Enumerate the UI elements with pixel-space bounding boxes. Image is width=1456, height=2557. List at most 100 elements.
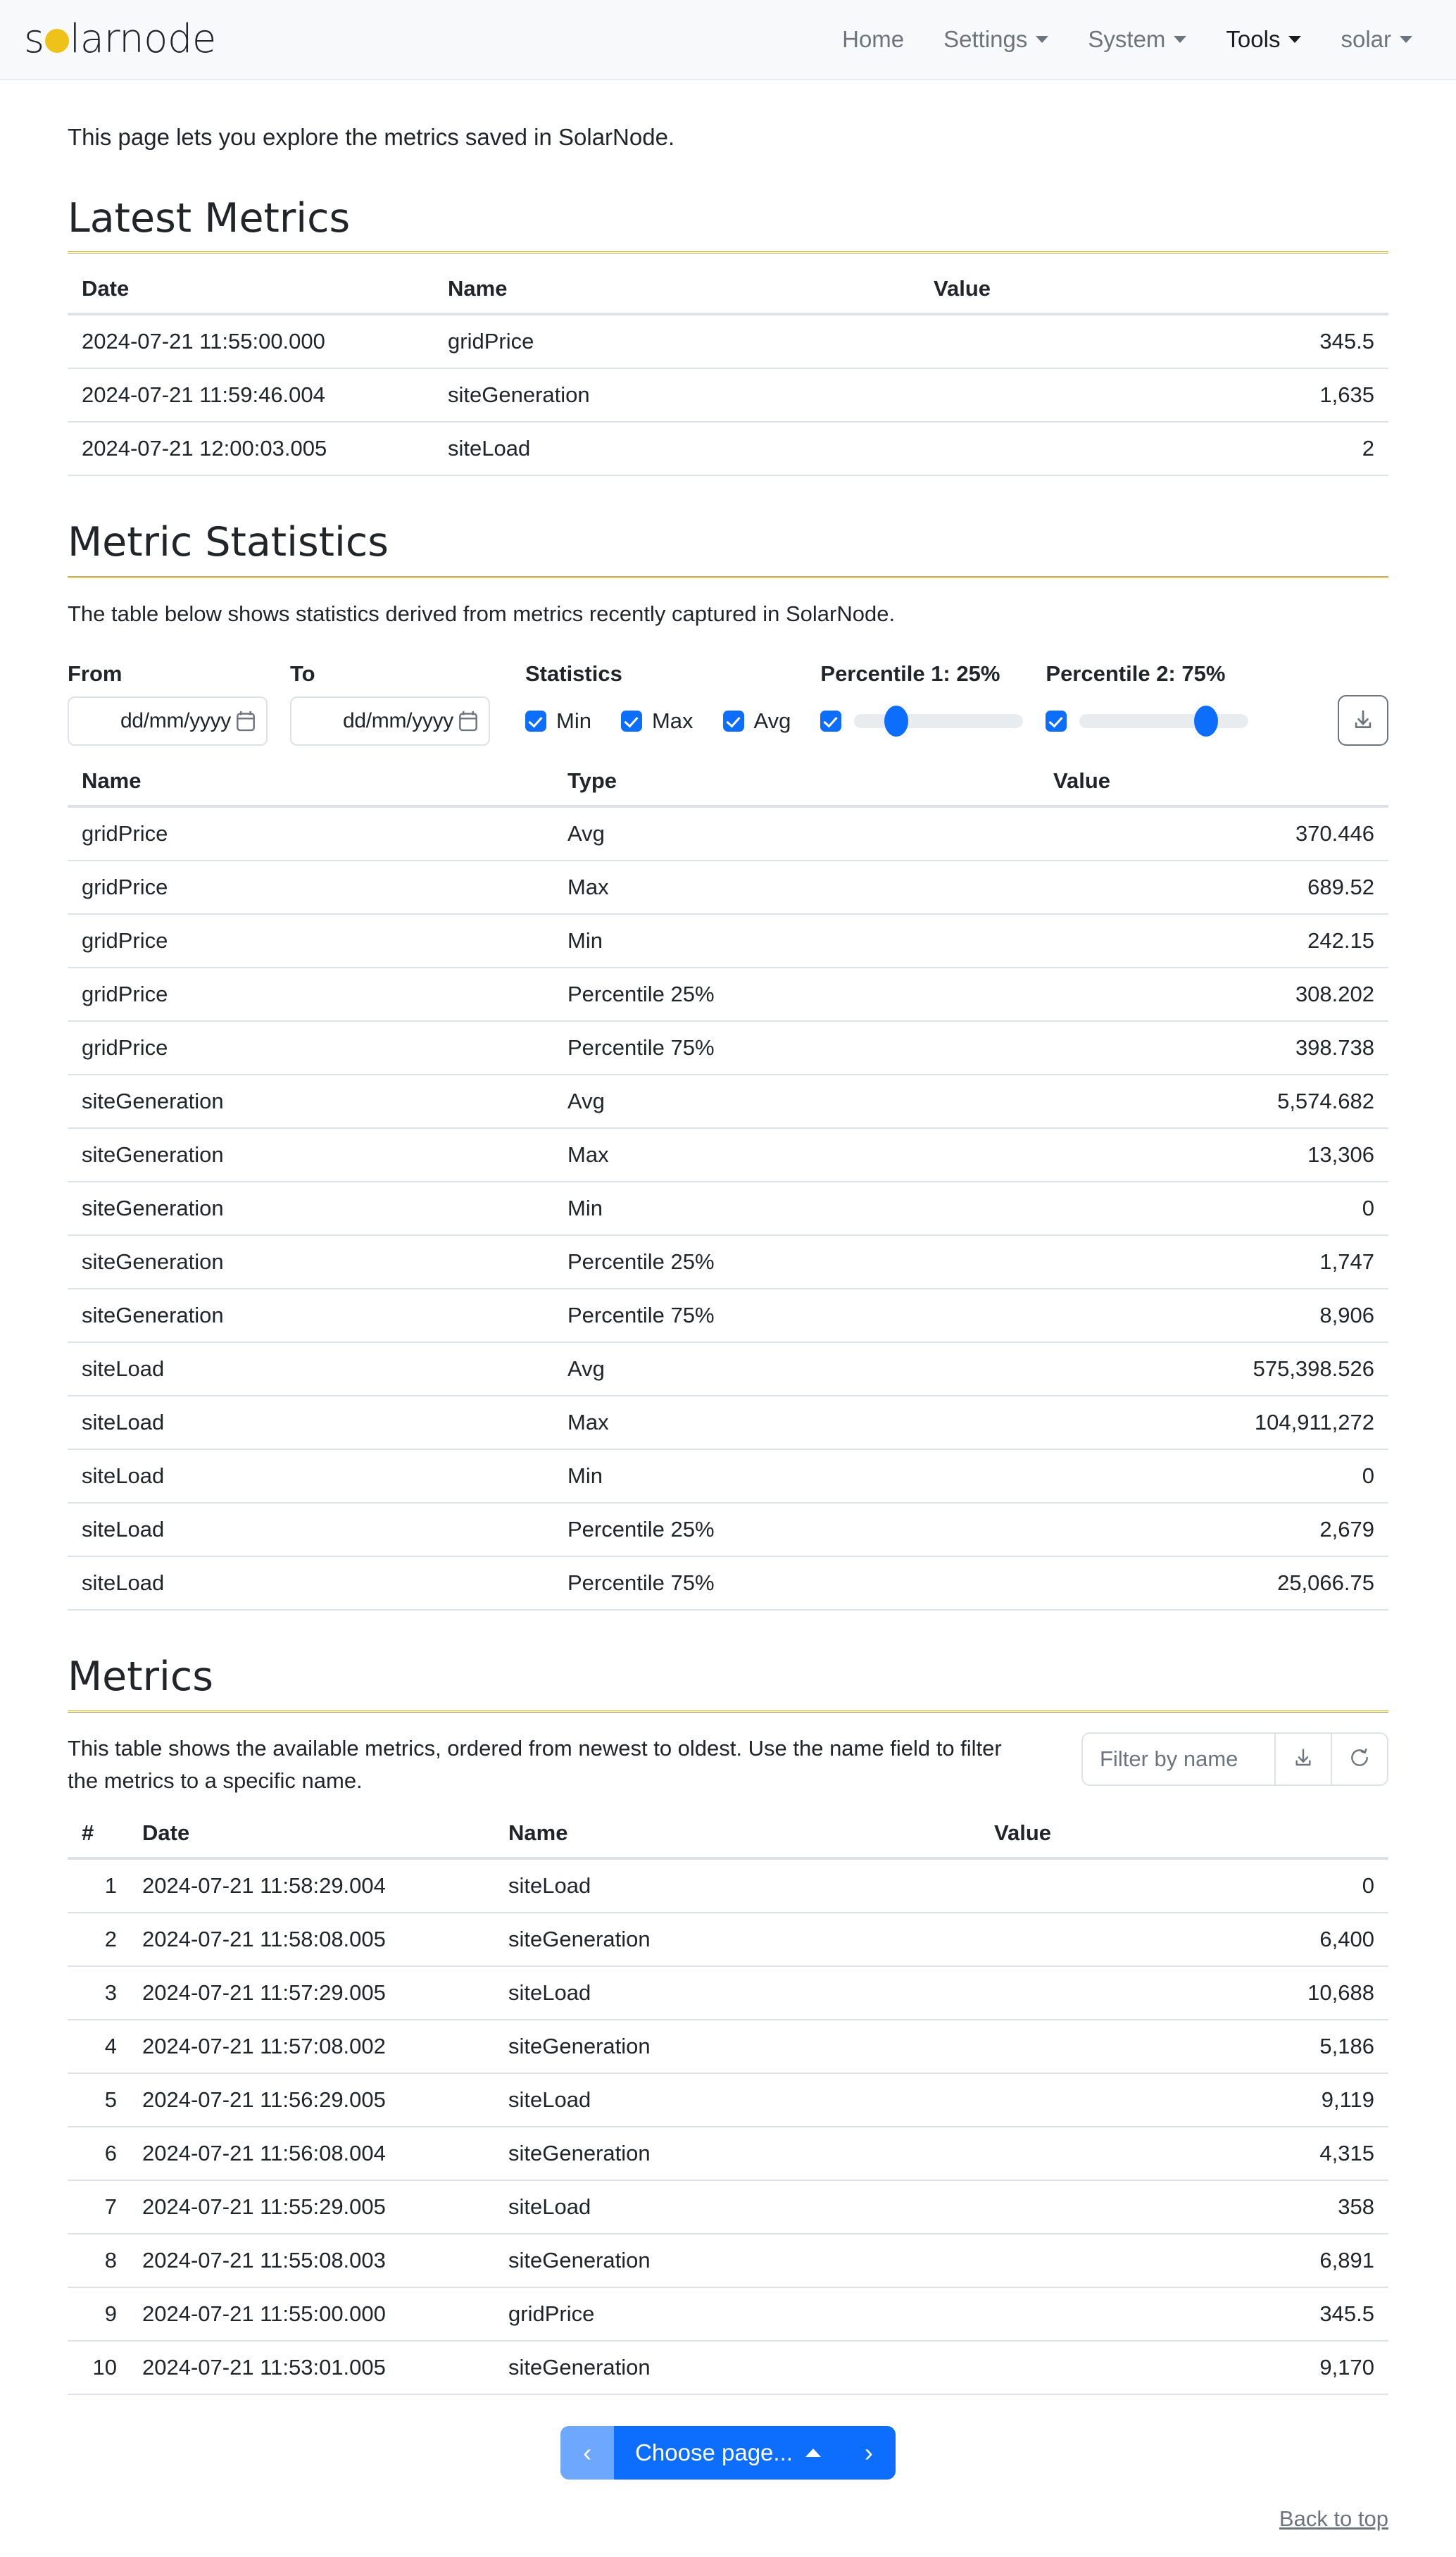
cell-date: 2024-07-21 11:56:08.004 [128, 2126, 494, 2181]
nav-item-home[interactable]: Home [822, 20, 924, 58]
cell-name: siteGeneration [68, 1235, 553, 1290]
table-row: siteGeneration Percentile 25% 1,747 [68, 1235, 1388, 1290]
cell-date: 2024-07-21 11:57:29.005 [128, 1965, 494, 2020]
percentile-2-checkbox[interactable] [1046, 711, 1067, 732]
cell-date: 2024-07-21 11:56:29.005 [128, 2073, 494, 2127]
checkbox-max[interactable]: Max [620, 708, 694, 734]
metric-statistics-table: Name Type Value gridPrice Avg 370.446 gridP… [68, 758, 1388, 1611]
cell-name: gridPrice [68, 806, 553, 862]
from-date-group: From dd/mm/yyyy [68, 661, 268, 746]
back-to-top-link[interactable]: Back to top [1279, 2506, 1388, 2532]
metrics-header-row: This table shows the available metrics, … [68, 1732, 1388, 1798]
metric-statistics-tbody: gridPrice Avg 370.446 gridPrice Max 689.52 gri… [68, 806, 1388, 1611]
checkbox-icon[interactable] [525, 711, 546, 732]
checkbox-label: Max [651, 708, 694, 734]
table-row: 7 2024-07-21 11:55:29.005 siteLoad 358 [68, 2180, 1388, 2234]
cell-name: siteLoad [494, 1858, 980, 1913]
checkbox-avg[interactable]: Avg [722, 708, 791, 734]
footer-link-row: Back to top [68, 2506, 1388, 2557]
cell-date: 2024-07-21 11:55:00.000 [68, 314, 434, 370]
checkbox-icon[interactable] [620, 711, 642, 732]
nav-item-label: Home [842, 26, 905, 52]
percentile-2-slider[interactable] [1079, 706, 1249, 737]
cell-date: 2024-07-21 11:58:08.005 [128, 1912, 494, 1967]
table-row: gridPrice Avg 370.446 [68, 806, 1388, 862]
percentile-1-label: Percentile 1: 25% [820, 661, 1000, 687]
pagination-prev-button[interactable]: ‹ [560, 2425, 615, 2480]
cell-type: Percentile 25% [553, 968, 1039, 1023]
nav-item-settings[interactable]: Settings [924, 20, 1068, 58]
pagination-choose-page-button[interactable]: Choose page... [614, 2425, 842, 2480]
cell-index: 6 [68, 2126, 128, 2181]
percentile-1-checkbox[interactable] [820, 711, 842, 732]
cell-type: Max [553, 861, 1039, 915]
cell-type: Percentile 25% [553, 1235, 1039, 1290]
cell-name: gridPrice [494, 2287, 980, 2342]
table-row: 2024-07-21 12:00:03.005 siteLoad 2 [68, 422, 1388, 477]
download-icon [1292, 1746, 1314, 1771]
metrics-download-button[interactable] [1274, 1733, 1331, 1784]
cell-name: siteLoad [68, 1503, 553, 1558]
cell-value: 308.202 [1039, 968, 1388, 1023]
cell-date: 2024-07-21 12:00:03.005 [68, 422, 434, 477]
percentile-1-controls [820, 696, 1024, 746]
filter-name-input[interactable] [1083, 1733, 1274, 1784]
refresh-icon [1348, 1746, 1371, 1771]
table-row: siteGeneration Min 0 [68, 1182, 1388, 1237]
col-header-name: Name [68, 758, 553, 808]
navbar: s larnode Home Settings System Tools sola… [0, 0, 1456, 80]
calendar-icon[interactable] [458, 710, 479, 732]
cell-date: 2024-07-21 11:57:08.002 [128, 2019, 494, 2074]
metrics-heading: Metrics [68, 1653, 1388, 1713]
table-row: 4 2024-07-21 11:57:08.002 siteGeneration 5,… [68, 2019, 1388, 2074]
pagination-next-button[interactable]: › [841, 2425, 896, 2480]
table-header-row: Name Type Value [68, 758, 1388, 808]
metrics-refresh-button[interactable] [1331, 1733, 1387, 1784]
cell-date: 2024-07-21 11:53:01.005 [128, 2340, 494, 2395]
cell-name: siteGeneration [494, 2126, 980, 2181]
slider-thumb[interactable] [884, 706, 909, 737]
cell-name: siteLoad [68, 1342, 553, 1397]
cell-index: 2 [68, 1912, 128, 1967]
nav-item-label: solar [1341, 26, 1391, 52]
checkbox-icon[interactable] [722, 711, 744, 732]
nav-item-system[interactable]: System [1068, 20, 1206, 58]
percentile-2-group: Percentile 2: 75% [1046, 661, 1249, 746]
table-row: 2 2024-07-21 11:58:08.005 siteGeneration 6,… [68, 1912, 1388, 1967]
metric-statistics-heading: Metric Statistics [68, 519, 1388, 578]
from-date-input[interactable]: dd/mm/yyyy [68, 696, 268, 746]
nav-item-tools[interactable]: Tools [1206, 20, 1321, 58]
brand-logo[interactable]: s larnode [24, 20, 216, 59]
table-row: 1 2024-07-21 11:58:29.004 siteLoad 0 [68, 1858, 1388, 1913]
chevron-down-icon [1174, 36, 1187, 43]
download-icon [1351, 708, 1375, 734]
cell-value: 6,891 [980, 2233, 1388, 2288]
nav-item-user[interactable]: solar [1321, 20, 1432, 58]
metric-statistics-form: From dd/mm/yyyy To dd/mm/yyyy Statistics… [68, 661, 1388, 746]
cell-value: 13,306 [1039, 1128, 1388, 1183]
table-row: 9 2024-07-21 11:55:00.000 gridPrice 345.5 [68, 2287, 1388, 2342]
statistics-download-button[interactable] [1338, 695, 1388, 746]
cell-date: 2024-07-21 11:58:29.004 [128, 1858, 494, 1913]
page-intro: This page lets you explore the metrics s… [68, 124, 675, 150]
cell-name: siteGeneration [68, 1182, 553, 1237]
cell-type: Min [553, 1449, 1039, 1504]
to-date-input[interactable]: dd/mm/yyyy [290, 696, 490, 746]
table-row: 2024-07-21 11:55:00.000 gridPrice 345.5 [68, 314, 1388, 370]
checkbox-label: Min [556, 708, 591, 734]
col-header-date: Date [128, 1810, 494, 1860]
cell-value: 6,400 [980, 1912, 1388, 1967]
calendar-icon[interactable] [235, 710, 256, 732]
col-header-name: Name [434, 266, 920, 316]
latest-metrics-table: Date Name Value 2024-07-21 11:55:00.000 … [68, 266, 1388, 477]
checkbox-min[interactable]: Min [525, 708, 591, 734]
cell-value: 2,679 [1039, 1503, 1388, 1558]
table-row: gridPrice Min 242.15 [68, 914, 1388, 969]
cell-index: 5 [68, 2073, 128, 2127]
statistics-label: Statistics [525, 661, 622, 687]
slider-thumb[interactable] [1194, 706, 1219, 737]
percentile-1-slider[interactable] [854, 706, 1024, 737]
table-header-row: Date Name Value [68, 266, 1388, 316]
cell-date: 2024-07-21 11:55:29.005 [128, 2180, 494, 2234]
cell-name: gridPrice [434, 314, 920, 370]
